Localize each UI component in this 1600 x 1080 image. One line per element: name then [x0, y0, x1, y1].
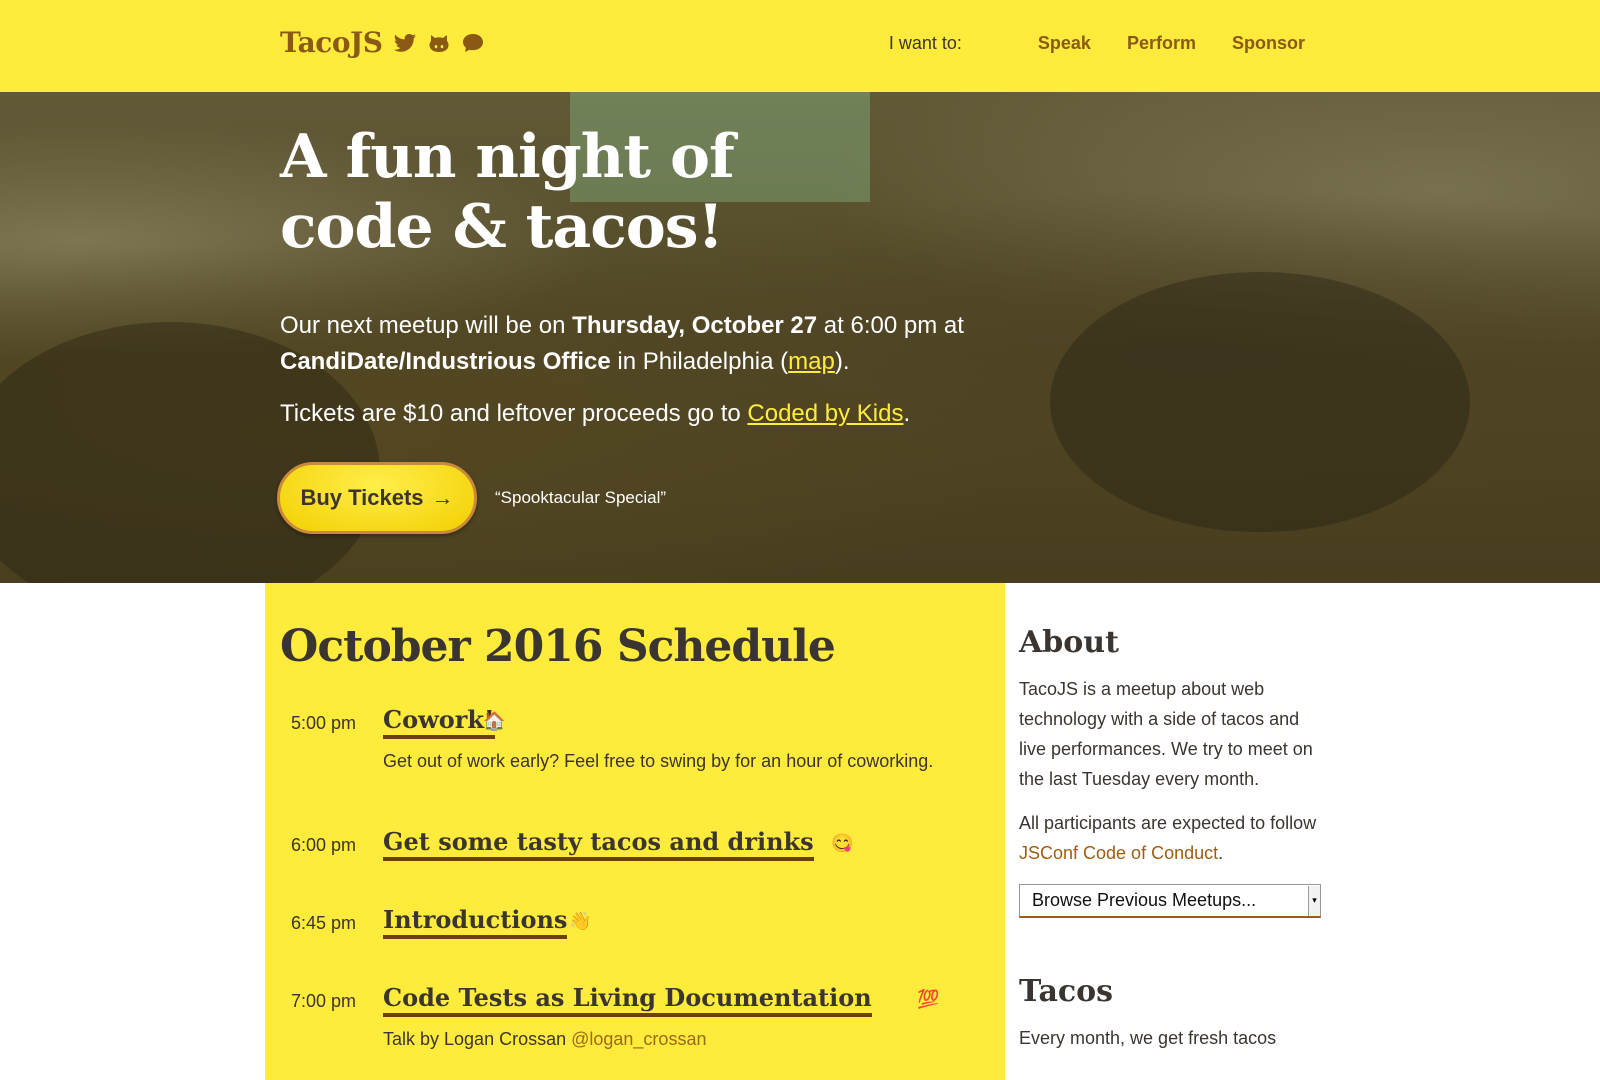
- github-icon[interactable]: [427, 31, 451, 55]
- about-heading: About: [1019, 625, 1119, 660]
- schedule-item-title[interactable]: Code Tests as Living Documentation: [383, 983, 872, 1017]
- yum-emoji-icon: 😋: [831, 833, 854, 853]
- ticket-info-text: Tickets are $10 and leftover proceeds go…: [280, 400, 748, 427]
- previous-meetups-select[interactable]: Browse Previous Meetups... ▾: [1019, 884, 1321, 918]
- nav-speak-link[interactable]: Speak: [1038, 33, 1091, 54]
- ticket-tier-label: “Spooktacular Special”: [495, 488, 667, 507]
- schedule-item-title-text: Introductions: [383, 905, 568, 934]
- ticket-info: Tickets are $10 and leftover proceeds go…: [280, 396, 1040, 432]
- hero-banner: A fun night of code & tacos! Our next me…: [0, 92, 1600, 583]
- meetup-info-text: at 6:00 pm at: [817, 312, 964, 339]
- buy-tickets-label: Buy Tickets: [300, 485, 424, 510]
- nav-perform-link[interactable]: Perform: [1127, 33, 1196, 54]
- sidebar: About TacoJS is a meetup about web techn…: [1019, 583, 1329, 1053]
- schedule-time: 7:00 pm: [291, 991, 357, 1011]
- hero-photo-shade: [1050, 272, 1470, 532]
- schedule-panel: October 2016 Schedule 5:00 pm Cowork! 🏠 …: [265, 583, 1005, 1080]
- wave-emoji-icon: 👋: [569, 911, 592, 931]
- brand: TacoJS: [280, 26, 485, 59]
- hero-title-line: code & tacos!: [280, 192, 724, 262]
- schedule-item-title-text: Code Tests as Living Documentation: [383, 983, 872, 1012]
- meetup-date: Thursday, October 27: [572, 312, 818, 339]
- chat-icon[interactable]: [461, 31, 485, 55]
- schedule-item-title[interactable]: Get some tasty tacos and drinks: [383, 827, 814, 861]
- schedule-time: 6:45 pm: [291, 913, 357, 933]
- meetup-info-text: in Philadelphia (: [610, 348, 789, 375]
- speaker-name: Talk by Logan Crossan: [383, 1029, 572, 1049]
- arrow-right-icon: →: [431, 485, 454, 510]
- buy-tickets-button[interactable]: Buy Tickets →: [277, 462, 477, 534]
- nav-sponsor-link[interactable]: Sponsor: [1232, 33, 1305, 54]
- code-of-conduct-link[interactable]: JSConf Code of Conduct: [1019, 843, 1218, 863]
- schedule-item-title[interactable]: Introductions: [383, 905, 568, 939]
- conduct-text-label: All participants are expected to follow: [1019, 813, 1317, 833]
- brand-logo[interactable]: TacoJS: [280, 26, 383, 59]
- tacos-heading: Tacos: [1019, 974, 1114, 1009]
- house-emoji-icon: 🏠: [483, 711, 506, 731]
- schedule-item-desc: Talk by Logan Crossan @logan_crossan: [383, 1029, 706, 1050]
- conduct-text: All participants are expected to follow …: [1019, 808, 1329, 868]
- conduct-text-label: .: [1218, 843, 1224, 863]
- chevron-down-icon: ▾: [1308, 885, 1320, 916]
- meetup-venue: CandiDate/Industrious Office: [280, 348, 611, 375]
- schedule-item-title-text: Cowork!: [383, 705, 495, 734]
- nav-prompt: I want to:: [888, 33, 962, 53]
- about-text: TacoJS is a meetup about web technology …: [1019, 679, 1313, 789]
- coded-by-kids-link[interactable]: Coded by Kids: [747, 400, 903, 427]
- speaker-twitter-link[interactable]: @logan_crossan: [571, 1029, 706, 1049]
- schedule-item-title[interactable]: Cowork!: [383, 705, 495, 739]
- top-navbar: TacoJS I want to: Speak Perform Sponsor: [0, 0, 1600, 92]
- ticket-info-text: .: [903, 400, 911, 427]
- hundred-emoji-icon: 💯: [917, 989, 940, 1009]
- tacos-text: Every month, we get fresh tacos: [1019, 1028, 1277, 1048]
- twitter-icon[interactable]: [393, 31, 417, 55]
- cta-row: Buy Tickets → “Spooktacular Special”: [277, 462, 666, 534]
- schedule-time: 6:00 pm: [291, 835, 357, 855]
- schedule-item-title-text: Get some tasty tacos and drinks: [383, 827, 814, 856]
- hero-title-line: A fun night of: [280, 122, 735, 192]
- schedule-time: 5:00 pm: [291, 713, 357, 733]
- select-value: Browse Previous Meetups...: [1032, 890, 1257, 910]
- meetup-info: Our next meetup will be on Thursday, Oct…: [280, 308, 1040, 380]
- hero-content: A fun night of code & tacos! Our next me…: [280, 122, 1040, 432]
- meetup-info-text: ).: [834, 348, 850, 375]
- meetup-info-text: Our next meetup will be on: [280, 312, 573, 339]
- schedule-item-desc: Get out of work early? Feel free to swin…: [383, 751, 934, 771]
- schedule-title: October 2016 Schedule: [280, 621, 836, 672]
- hero-title: A fun night of code & tacos!: [280, 122, 800, 262]
- map-link[interactable]: map: [788, 348, 835, 375]
- main-nav: I want to: Speak Perform Sponsor: [889, 33, 1305, 54]
